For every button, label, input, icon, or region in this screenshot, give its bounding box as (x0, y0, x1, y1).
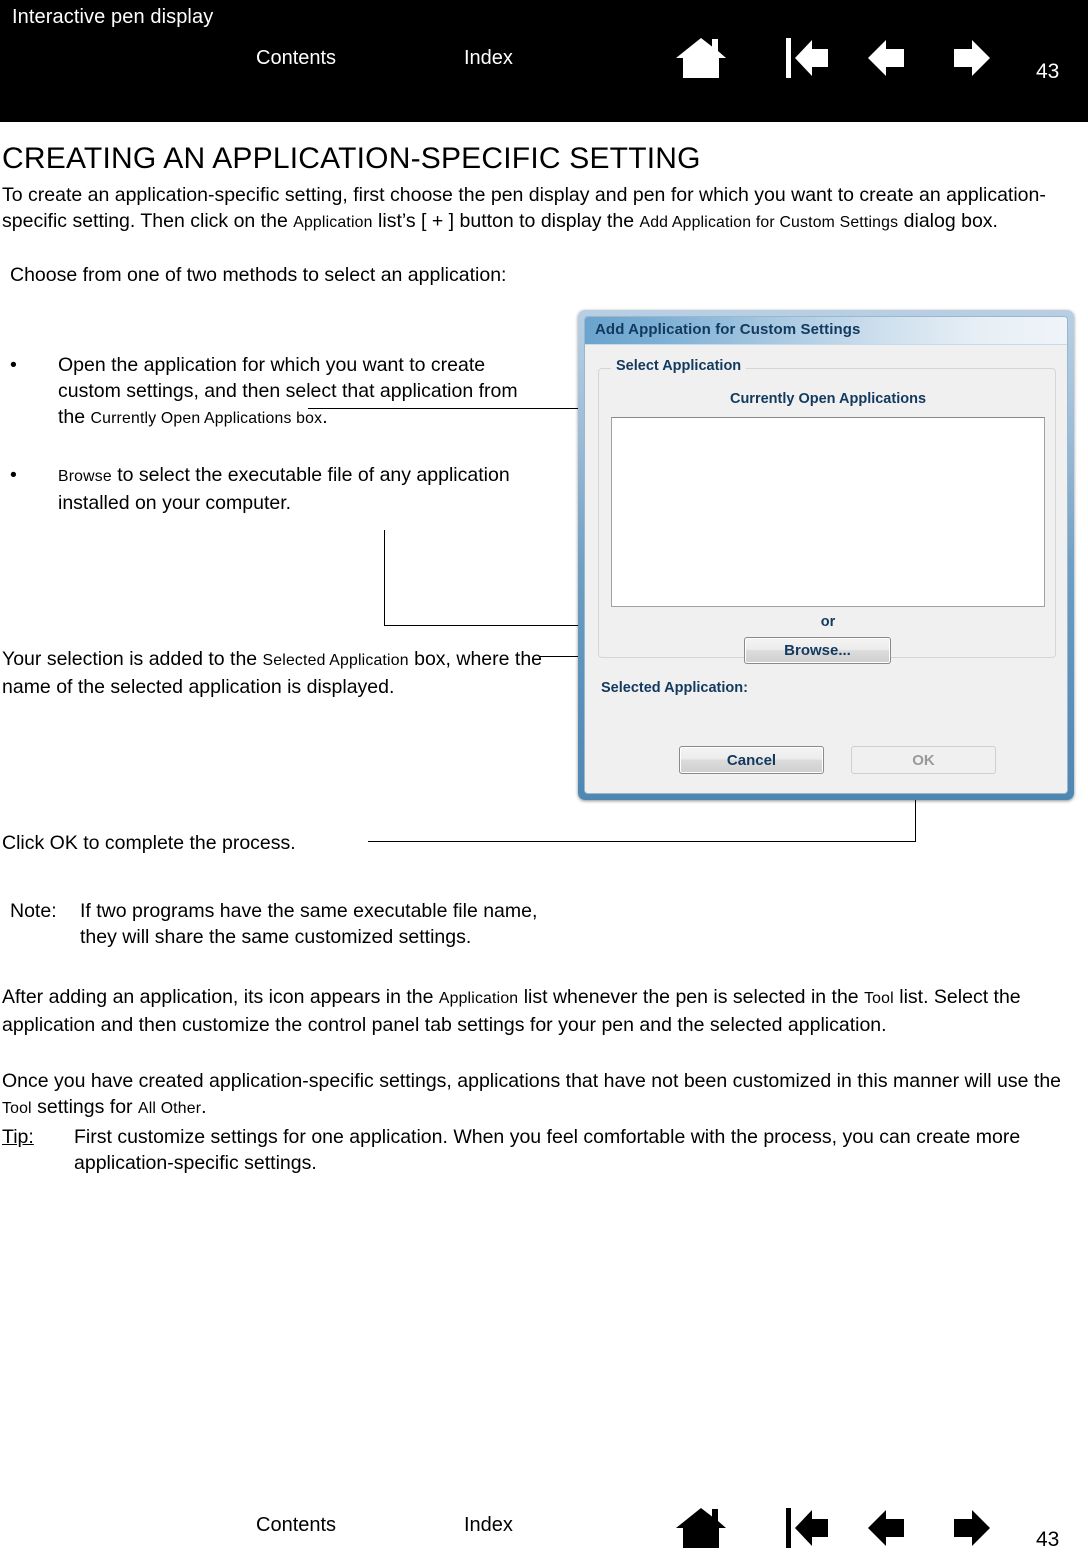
bullet-1-text: Open the application for which you want … (58, 352, 550, 432)
add-application-dialog: Add Application for Custom Settings Sele… (578, 310, 1074, 800)
or-separator-label: or (820, 614, 836, 630)
intro-paragraph: To create an application-specific settin… (2, 182, 1086, 236)
header-index-link[interactable]: Index (464, 47, 513, 70)
once-text-1: Once you have created application-specif… (2, 1070, 1062, 1092)
bullet-2-text: Browse to select the executable file of … (58, 462, 550, 516)
previous-page-icon[interactable] (864, 1504, 922, 1550)
selected-application-term: Selected Application (262, 652, 409, 669)
bullet-1-text-2: . (322, 406, 328, 428)
first-page-icon[interactable] (782, 34, 840, 80)
note-body: If two programs have the same executable… (80, 900, 538, 948)
page-footer: Contents Index 43 (0, 1492, 1088, 1564)
tip-label-text: Tip: (2, 1126, 34, 1148)
tip-block: Tip: First customize settings for one ap… (2, 1124, 1084, 1176)
footer-page-number: 43 (1036, 1528, 1060, 1551)
select-application-legend: Select Application (611, 358, 747, 374)
click-ok-paragraph: Click OK to complete the process. (2, 832, 296, 854)
tip-label: Tip: (2, 1124, 62, 1150)
header-page-number: 43 (1036, 60, 1060, 83)
bullet-2-browse-term: Browse (58, 468, 112, 485)
header-contents-link[interactable]: Contents (256, 47, 336, 70)
intro-text-3: dialog box. (898, 210, 998, 232)
ok-button[interactable]: OK (851, 746, 996, 774)
once-tool-term: Tool (2, 1100, 32, 1117)
page-heading: CREATING AN APPLICATION-SPECIFIC SETTING (2, 142, 701, 175)
selected-application-label: Selected Application: (601, 680, 748, 696)
intro-text-2: list’s [ + ] button to display the (372, 210, 640, 232)
next-page-icon[interactable] (950, 34, 1008, 80)
after-adding-paragraph: After adding an application, its icon ap… (2, 984, 1086, 1038)
note-label: Note: (10, 900, 57, 922)
footer-contents-link[interactable]: Contents (256, 1514, 336, 1537)
selection-text-1: Your selection is added to the (2, 648, 263, 670)
dialog-title: Add Application for Custom Settings (595, 321, 861, 338)
once-text-2: settings for (31, 1096, 138, 1118)
dialog-body: Select Application Currently Open Applic… (585, 346, 1067, 793)
list-item: • Browse to select the executable file o… (10, 462, 550, 516)
intro-application-term: Application (293, 214, 373, 231)
leader-line-browse-vertical (384, 530, 385, 626)
bullet-marker-icon: • (10, 464, 17, 486)
once-created-paragraph: Once you have created application-specif… (2, 1068, 1086, 1122)
select-application-groupbox: Select Application Currently Open Applic… (598, 358, 1056, 664)
once-text-3: . (201, 1096, 207, 1118)
dialog-titlebar: Add Application for Custom Settings (585, 317, 1067, 345)
after-text-2: list whenever the pen is selected in the (518, 986, 865, 1008)
currently-open-applications-listbox[interactable] (611, 417, 1045, 607)
next-page-icon[interactable] (950, 1504, 1008, 1550)
choose-methods-paragraph: Choose from one of two methods to select… (10, 264, 507, 286)
after-tool-term: Tool (864, 990, 894, 1007)
bullet-2-text-1: to select the executable file of any app… (58, 464, 510, 514)
browse-button[interactable]: Browse... (744, 637, 891, 664)
leader-line-ok-horizontal (368, 841, 916, 842)
once-all-other-term: All Other (137, 1100, 202, 1117)
footer-nav-icons (672, 1504, 1012, 1550)
after-application-term: Application (438, 990, 519, 1007)
page-header: Interactive pen display Contents Index 4… (0, 0, 1088, 122)
bullet-marker-icon: • (10, 354, 17, 376)
after-text-1: After adding an application, its icon ap… (2, 986, 439, 1008)
note-block: Note: If two programs have the same exec… (10, 898, 550, 950)
tip-body: First customize settings for one applica… (74, 1126, 1021, 1174)
footer-index-link[interactable]: Index (464, 1514, 513, 1537)
header-nav-icons (672, 34, 1012, 80)
dialog-inner-frame: Add Application for Custom Settings Sele… (584, 316, 1068, 794)
document-title: Interactive pen display (12, 6, 214, 28)
leader-line-currently-open (308, 408, 608, 409)
list-item: • Open the application for which you wan… (10, 352, 550, 432)
first-page-icon[interactable] (782, 1504, 840, 1550)
home-icon[interactable] (672, 34, 730, 80)
currently-open-applications-caption: Currently Open Applications (729, 391, 927, 407)
home-icon[interactable] (672, 1504, 730, 1550)
cancel-button[interactable]: Cancel (679, 746, 824, 774)
bullet-1-currently-open-term: Currently Open Applications box (90, 410, 323, 427)
previous-page-icon[interactable] (864, 34, 922, 80)
selection-added-paragraph: Your selection is added to the Selected … (2, 646, 562, 700)
intro-add-application-term: Add Application for Custom Settings (639, 214, 899, 231)
